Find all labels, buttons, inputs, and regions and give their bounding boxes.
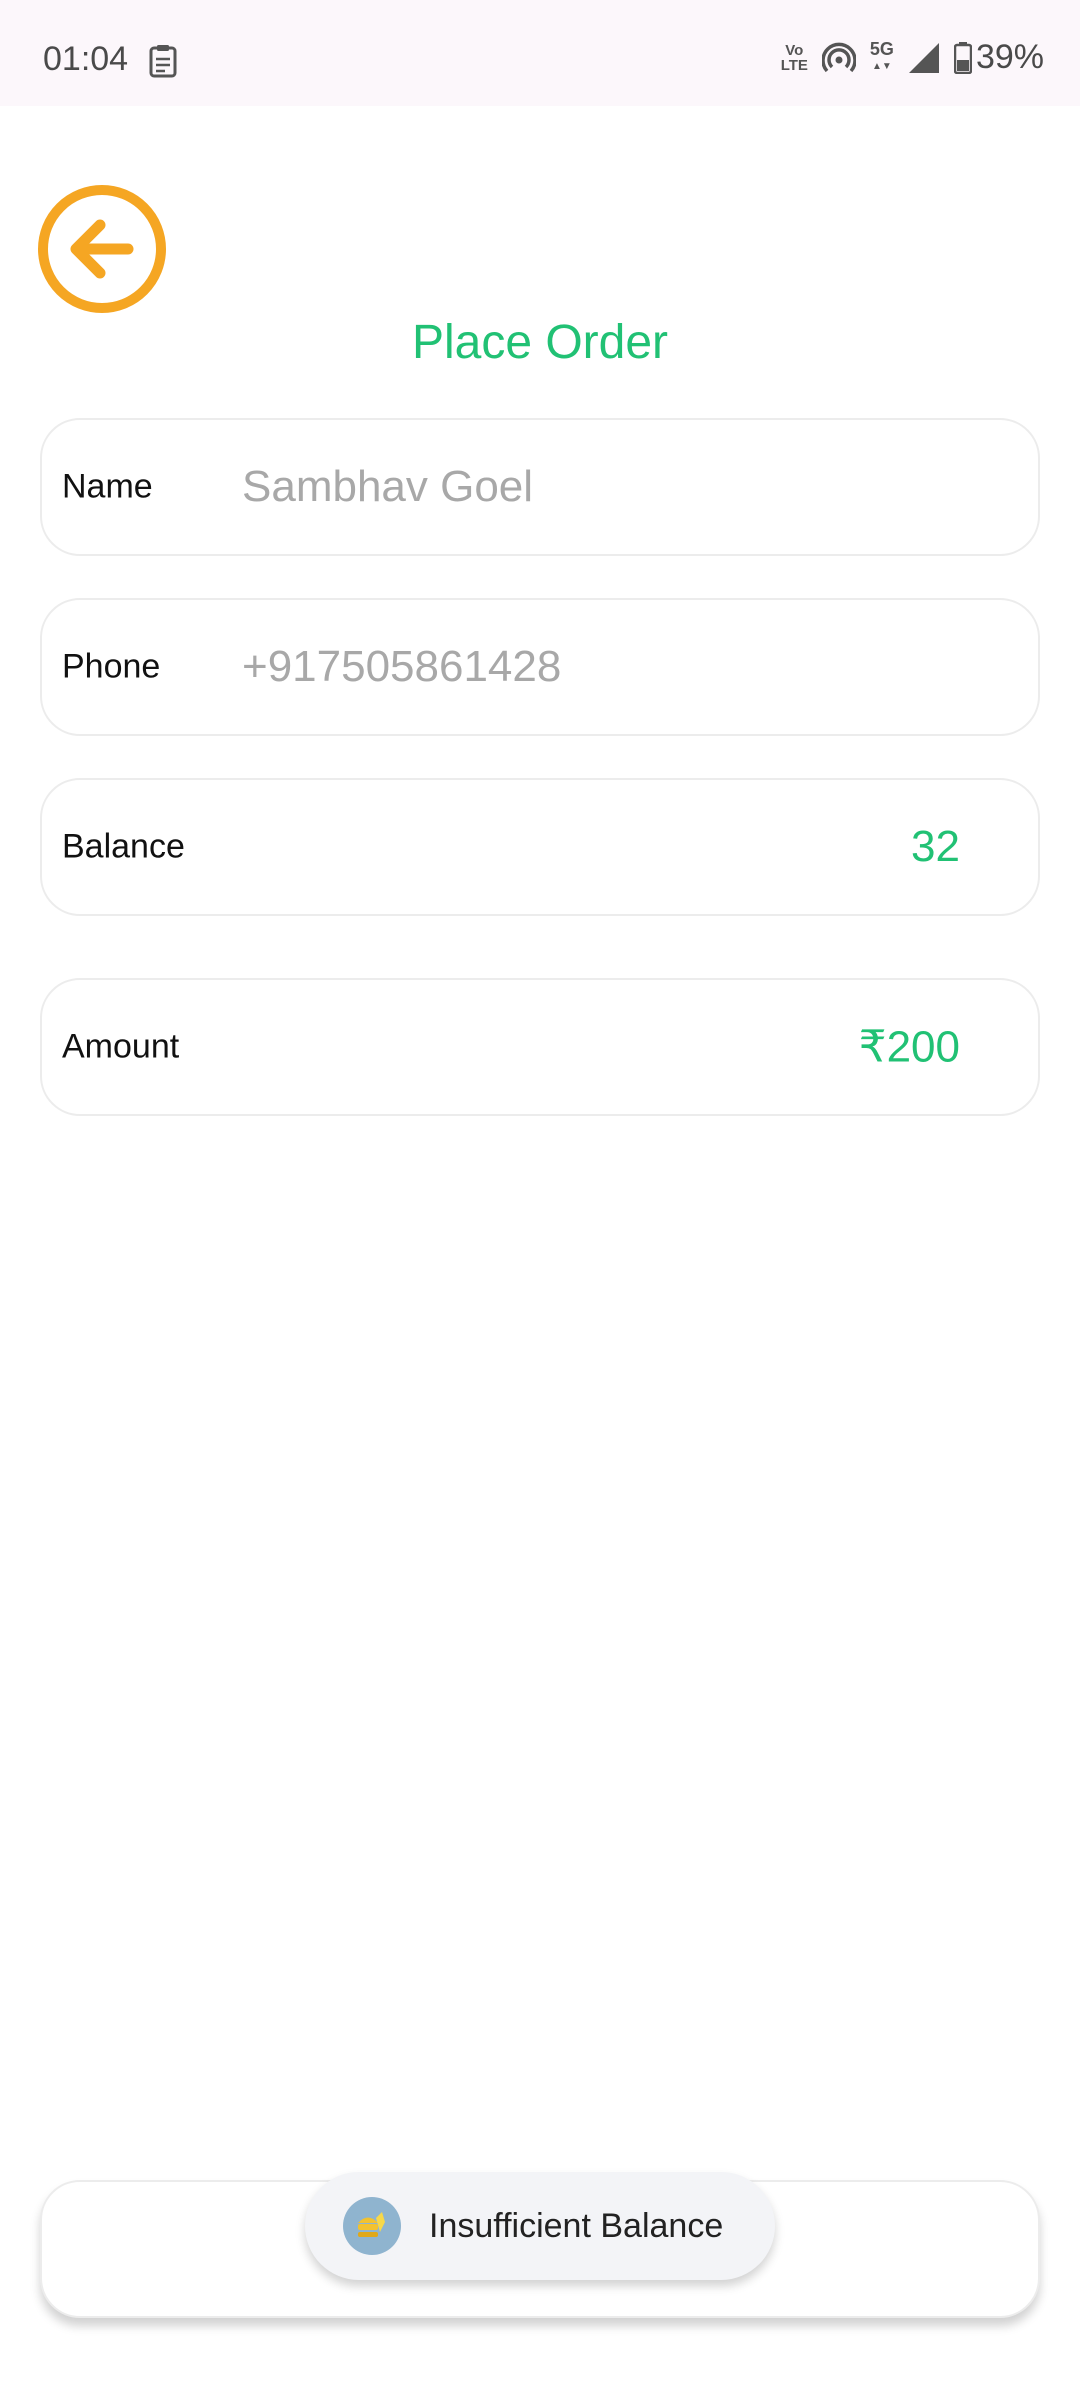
battery-status: 39% [953, 38, 1044, 77]
amount-label: Amount [62, 1027, 180, 1066]
phone-field-card[interactable]: Phone +917505861428 [40, 598, 1040, 736]
status-bar: 01:04 Vo LTE 5G ▲▼ 39% [0, 0, 1080, 106]
name-label: Name [62, 467, 153, 506]
status-time: 01:04 [43, 40, 129, 78]
battery-icon [953, 41, 972, 74]
hotspot-icon [821, 42, 856, 72]
phone-input[interactable]: +917505861428 [242, 642, 561, 692]
balance-value: 32 [911, 822, 960, 871]
amount-card[interactable]: Amount ₹200 [40, 978, 1040, 1116]
volte-icon: Vo LTE [780, 41, 808, 74]
app-icon [343, 2197, 401, 2255]
network-type: 5G ▲▼ [869, 38, 894, 72]
signal-icon [908, 42, 939, 73]
balance-card: Balance 32 [40, 778, 1040, 916]
amount-value[interactable]: ₹200 [859, 1022, 960, 1073]
balance-label: Balance [62, 827, 185, 866]
toast-message: Insufficient Balance [305, 2172, 775, 2280]
clipboard-icon [149, 45, 177, 78]
phone-label: Phone [62, 647, 161, 686]
status-icons: Vo LTE 5G ▲▼ 39% [781, 38, 1044, 77]
battery-percent: 39% [975, 38, 1044, 76]
toast-text: Insufficient Balance [429, 2206, 724, 2245]
name-input[interactable]: Sambhav Goel [242, 462, 533, 512]
arrow-left-icon [70, 219, 134, 279]
back-button[interactable] [38, 185, 166, 313]
name-field-card[interactable]: Name Sambhav Goel [40, 418, 1040, 556]
page-title: Place Order [411, 316, 669, 369]
